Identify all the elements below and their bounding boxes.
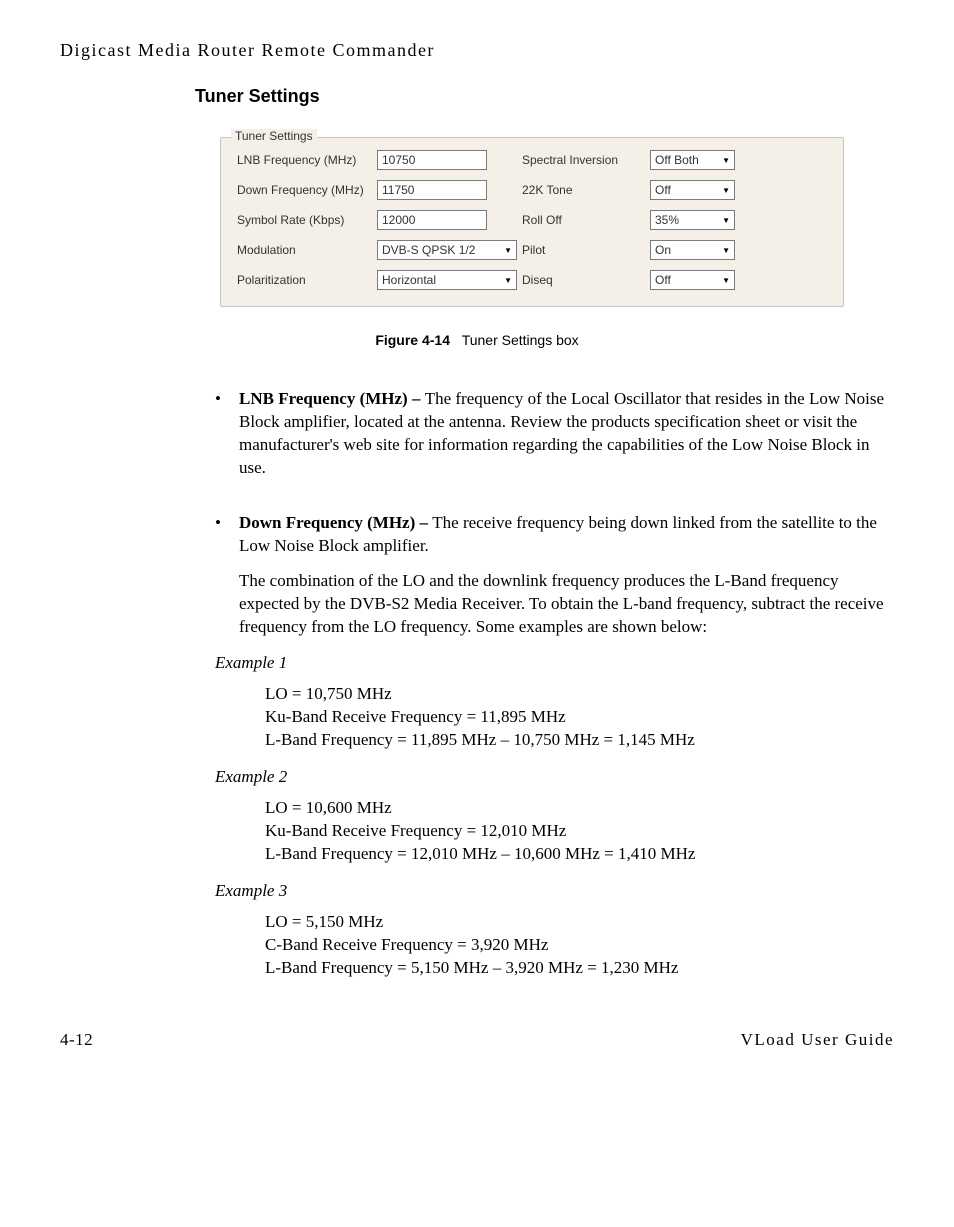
example-line: LO = 10,750 MHz bbox=[265, 683, 894, 706]
modulation-label: Modulation bbox=[237, 243, 377, 257]
chevron-down-icon: ▼ bbox=[722, 246, 730, 255]
diseq-label: Diseq bbox=[522, 273, 650, 287]
example-1-lines: LO = 10,750 MHz Ku-Band Receive Frequenc… bbox=[265, 683, 894, 752]
bullet-down: • Down Frequency (MHz) – The receive fre… bbox=[215, 512, 894, 558]
example-line: L-Band Frequency = 5,150 MHz – 3,920 MHz… bbox=[265, 957, 894, 980]
pilot-label: Pilot bbox=[522, 243, 650, 257]
bullet-dot-icon: • bbox=[215, 388, 239, 480]
page-footer: 4-12 VLoad User Guide bbox=[60, 1030, 894, 1050]
select-value: Off bbox=[655, 273, 671, 287]
example-3-title: Example 3 bbox=[215, 880, 894, 903]
bullet-dot-icon: • bbox=[215, 512, 239, 558]
setting-row: Modulation DVB-S QPSK 1/2 ▼ Pilot On ▼ bbox=[237, 240, 827, 260]
symbol-rate-label: Symbol Rate (Kbps) bbox=[237, 213, 377, 227]
example-line: LO = 5,150 MHz bbox=[265, 911, 894, 934]
symbol-rate-input[interactable]: 12000 bbox=[377, 210, 487, 230]
diseq-select[interactable]: Off ▼ bbox=[650, 270, 735, 290]
example-line: LO = 10,600 MHz bbox=[265, 797, 894, 820]
spectral-inversion-select[interactable]: Off Both ▼ bbox=[650, 150, 735, 170]
select-value: Off bbox=[655, 183, 671, 197]
combination-paragraph: The combination of the LO and the downli… bbox=[239, 570, 894, 639]
guide-name: VLoad User Guide bbox=[741, 1030, 894, 1050]
select-value: On bbox=[655, 243, 671, 257]
example-3-lines: LO = 5,150 MHz C-Band Receive Frequency … bbox=[265, 911, 894, 980]
polaritization-label: Polaritization bbox=[237, 273, 377, 287]
lnb-frequency-input[interactable]: 10750 bbox=[377, 150, 487, 170]
lnb-frequency-label: LNB Frequency (MHz) bbox=[237, 153, 377, 167]
example-line: Ku-Band Receive Frequency = 12,010 MHz bbox=[265, 820, 894, 843]
chevron-down-icon: ▼ bbox=[722, 186, 730, 195]
figure-label: Figure 4-14 bbox=[375, 332, 450, 348]
chevron-down-icon: ▼ bbox=[504, 246, 512, 255]
chevron-down-icon: ▼ bbox=[722, 216, 730, 225]
figure-caption: Figure 4-14 Tuner Settings box bbox=[60, 332, 894, 348]
example-2-lines: LO = 10,600 MHz Ku-Band Receive Frequenc… bbox=[265, 797, 894, 866]
bullet-term: LNB Frequency (MHz) – bbox=[239, 389, 425, 408]
select-value: Horizontal bbox=[382, 273, 436, 287]
example-line: L-Band Frequency = 12,010 MHz – 10,600 M… bbox=[265, 843, 894, 866]
example-line: Ku-Band Receive Frequency = 11,895 MHz bbox=[265, 706, 894, 729]
page-number: 4-12 bbox=[60, 1030, 93, 1050]
chevron-down-icon: ▼ bbox=[722, 276, 730, 285]
panel-legend: Tuner Settings bbox=[231, 129, 317, 143]
down-frequency-label: Down Frequency (MHz) bbox=[237, 183, 377, 197]
spectral-inversion-label: Spectral Inversion bbox=[522, 153, 650, 167]
example-2-title: Example 2 bbox=[215, 766, 894, 789]
page-header: Digicast Media Router Remote Commander bbox=[60, 40, 894, 61]
select-value: 35% bbox=[655, 213, 679, 227]
setting-row: Down Frequency (MHz) 11750 22K Tone Off … bbox=[237, 180, 827, 200]
section-title: Tuner Settings bbox=[195, 86, 894, 107]
example-1-title: Example 1 bbox=[215, 652, 894, 675]
select-value: Off Both bbox=[655, 153, 699, 167]
chevron-down-icon: ▼ bbox=[504, 276, 512, 285]
bullet-term: Down Frequency (MHz) – bbox=[239, 513, 432, 532]
tuner-settings-panel: Tuner Settings LNB Frequency (MHz) 10750… bbox=[220, 137, 844, 307]
setting-row: Polaritization Horizontal ▼ Diseq Off ▼ bbox=[237, 270, 827, 290]
roll-off-label: Roll Off bbox=[522, 213, 650, 227]
bullet-lnb: • LNB Frequency (MHz) – The frequency of… bbox=[215, 388, 894, 480]
chevron-down-icon: ▼ bbox=[722, 156, 730, 165]
modulation-select[interactable]: DVB-S QPSK 1/2 ▼ bbox=[377, 240, 517, 260]
example-line: L-Band Frequency = 11,895 MHz – 10,750 M… bbox=[265, 729, 894, 752]
tone-22k-label: 22K Tone bbox=[522, 183, 650, 197]
down-frequency-input[interactable]: 11750 bbox=[377, 180, 487, 200]
setting-row: LNB Frequency (MHz) 10750 Spectral Inver… bbox=[237, 150, 827, 170]
tone-22k-select[interactable]: Off ▼ bbox=[650, 180, 735, 200]
select-value: DVB-S QPSK 1/2 bbox=[382, 243, 475, 257]
example-line: C-Band Receive Frequency = 3,920 MHz bbox=[265, 934, 894, 957]
setting-row: Symbol Rate (Kbps) 12000 Roll Off 35% ▼ bbox=[237, 210, 827, 230]
polaritization-select[interactable]: Horizontal ▼ bbox=[377, 270, 517, 290]
body-text: • LNB Frequency (MHz) – The frequency of… bbox=[215, 388, 894, 980]
figure-text: Tuner Settings box bbox=[462, 332, 579, 348]
pilot-select[interactable]: On ▼ bbox=[650, 240, 735, 260]
roll-off-select[interactable]: 35% ▼ bbox=[650, 210, 735, 230]
